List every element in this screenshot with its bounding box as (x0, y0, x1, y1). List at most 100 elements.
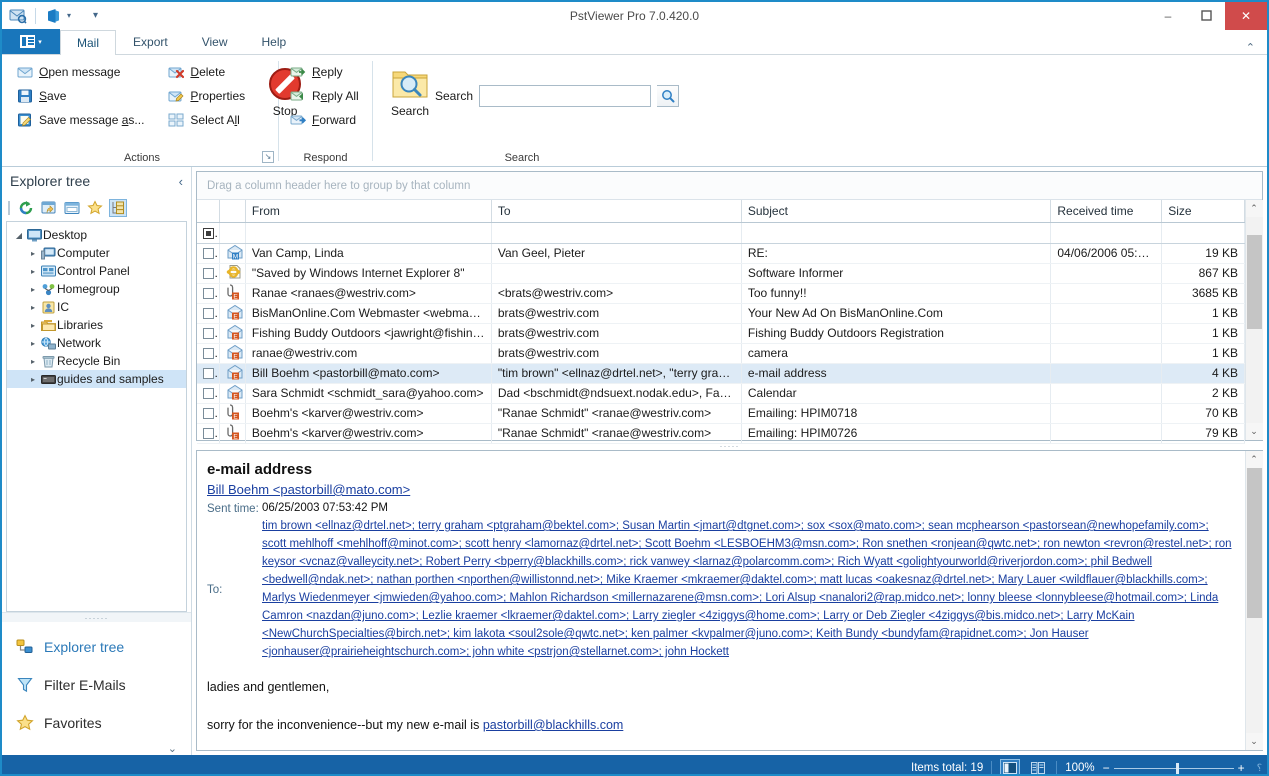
zoom-out-button[interactable]: − (1103, 761, 1110, 774)
grid-scroll-down-button[interactable]: ⌄ (1245, 423, 1263, 440)
filter-cell[interactable] (1161, 222, 1245, 244)
tree-node-network[interactable]: ▸ Network (7, 334, 186, 352)
close-button[interactable]: ✕ (1225, 2, 1267, 30)
tree-expander-icon[interactable]: ▸ (27, 285, 39, 294)
grid-scroll-up-button[interactable]: ⌃ (1245, 200, 1263, 217)
maximize-button[interactable] (1187, 2, 1225, 30)
table-row[interactable]: Eranae@westriv.com brats@westriv.com camer… (197, 343, 1245, 364)
tree-node-libraries[interactable]: ▸ Libraries (7, 316, 186, 334)
grid-scroll-track[interactable] (1245, 217, 1263, 423)
actions-dialog-launcher[interactable]: ↘ (262, 151, 274, 163)
pstviewer-icon[interactable] (8, 6, 28, 26)
filter-cell[interactable] (741, 222, 1052, 244)
toolbar-grip[interactable] (8, 201, 10, 215)
zoom-slider-thumb[interactable] (1175, 762, 1179, 774)
to-recipients[interactable]: tim brown <ellnaz@drtel.net>; terry grah… (262, 517, 1235, 661)
nav-item-filter-e-mails[interactable]: Filter E-Mails (2, 666, 191, 704)
nav-item-favorites[interactable]: Favorites (2, 704, 191, 742)
tree-view-icon[interactable] (109, 199, 127, 217)
reply-button[interactable]: Reply (285, 61, 366, 83)
select-all-checkbox-cell[interactable] (197, 222, 220, 244)
table-row[interactable]: E Ranae <ranaes@westriv.com> <brats@westri… (197, 283, 1245, 304)
row-checkbox[interactable] (203, 428, 214, 440)
office-icon[interactable] (43, 6, 63, 26)
preview-scroll-up-button[interactable]: ⌃ (1245, 451, 1263, 468)
search-go-button[interactable] (657, 85, 680, 107)
search-big-button[interactable]: Search (385, 63, 435, 121)
tree-node-recycle-bin[interactable]: ▸ Recycle Bin (7, 352, 186, 370)
zoom-slider[interactable]: − + (1103, 761, 1245, 774)
save-button[interactable]: Save (12, 85, 151, 107)
preview-vertical-scrollbar[interactable]: ⌃ ⌄ (1245, 451, 1263, 750)
row-checkbox-cell[interactable] (197, 323, 220, 344)
column-header-size[interactable]: Size (1161, 200, 1245, 223)
nav-more-button[interactable]: ⌄ (2, 742, 191, 755)
column-header-to[interactable]: To (491, 200, 742, 223)
row-checkbox[interactable] (203, 288, 214, 300)
file-menu-button[interactable]: ▾ (2, 29, 60, 54)
select-all-button[interactable]: Select All (163, 109, 252, 131)
tree-node-control-panel[interactable]: ▸ Control Panel (7, 262, 186, 280)
reading-pane-icon[interactable] (1000, 759, 1021, 774)
filter-cell[interactable] (1050, 222, 1163, 244)
row-checkbox-cell[interactable] (197, 283, 220, 304)
zoom-in-button[interactable]: + (1238, 761, 1245, 774)
preview-scroll-thumb[interactable] (1246, 468, 1262, 618)
explorer-collapse-button[interactable]: ‹ (179, 174, 183, 189)
tab-mail[interactable]: Mail (60, 30, 117, 55)
tree-expander-icon[interactable]: ▸ (27, 249, 39, 258)
table-row[interactable]: E Fishing Buddy Outdoors <jawright@fishin… (197, 323, 1245, 344)
tree-expander-icon[interactable]: ▸ (27, 267, 39, 276)
row-checkbox[interactable] (203, 328, 214, 340)
grid-vertical-scrollbar[interactable]: ⌃ ⌄ (1245, 200, 1263, 440)
delete-button[interactable]: Delete (163, 61, 252, 83)
tab-export[interactable]: Export (116, 29, 185, 54)
tree-node-desktop[interactable]: ◢ Desktop (7, 226, 186, 244)
grid-scroll-thumb[interactable] (1246, 235, 1262, 329)
row-checkbox-cell[interactable] (197, 303, 220, 324)
collapse-ribbon-button[interactable]: ⌃ (1246, 41, 1255, 54)
left-panel-splitter[interactable]: ······ (2, 612, 191, 623)
filter-cell[interactable] (245, 222, 492, 244)
group-by-bar[interactable]: Drag a column header here to group by th… (197, 172, 1262, 200)
search-input[interactable] (479, 85, 652, 107)
window-icon[interactable] (63, 199, 81, 217)
refresh-icon[interactable] (17, 199, 35, 217)
select-all-checkbox[interactable] (203, 227, 214, 239)
column-header-from[interactable]: From (245, 200, 492, 223)
favorites-star-icon[interactable] (86, 199, 104, 217)
tree-expander-icon[interactable]: ▸ (27, 357, 39, 366)
tree-expander-icon[interactable]: ▸ (27, 303, 39, 312)
tab-help[interactable]: Help (245, 29, 304, 54)
filter-cell[interactable] (219, 222, 246, 244)
tree-node-computer[interactable]: ▸ Computer (7, 244, 186, 262)
tab-view[interactable]: View (185, 29, 245, 54)
table-row[interactable]: "Saved by Windows Internet Explorer 8" So… (197, 263, 1245, 284)
row-checkbox-cell[interactable] (197, 383, 220, 404)
minimize-button[interactable]: – (1149, 2, 1187, 30)
table-row[interactable]: M Van Camp, Linda Van Geel, Pieter RE: 04/06… (197, 243, 1245, 264)
body-email-link[interactable]: pastorbill@blackhills.com (483, 718, 624, 732)
column-header-received-time[interactable]: Received time (1050, 200, 1163, 223)
properties-button[interactable]: Properties (163, 85, 252, 107)
tree-expander-icon[interactable]: ▸ (27, 375, 39, 384)
forward-button[interactable]: Forward (285, 109, 366, 131)
table-row[interactable]: E Bill Boehm <pastorbill@mato.com> "tim br… (197, 363, 1245, 384)
tree-expander-icon[interactable]: ◢ (13, 231, 25, 240)
row-checkbox[interactable] (203, 368, 214, 380)
table-row[interactable]: E Boehm's <karver@westriv.com> "Ranae Schm… (197, 423, 1245, 444)
qat-customize-caret[interactable]: ▾ (93, 10, 98, 21)
column-header-subject[interactable]: Subject (741, 200, 1052, 223)
row-checkbox-cell[interactable] (197, 343, 220, 364)
tree-node-homegroup[interactable]: ▸ Homegroup (7, 280, 186, 298)
row-checkbox[interactable] (203, 348, 214, 360)
resize-grip[interactable]: ⸮ (1257, 763, 1262, 774)
preview-scroll-down-button[interactable]: ⌄ (1245, 733, 1263, 750)
table-row[interactable]: E Boehm's <karver@westriv.com> "Ranae Schm… (197, 403, 1245, 424)
row-checkbox-cell[interactable] (197, 423, 220, 444)
filter-cell[interactable] (491, 222, 742, 244)
row-checkbox[interactable] (203, 308, 214, 320)
preview-scroll-track[interactable] (1245, 468, 1263, 733)
reply-all-button[interactable]: Reply All (285, 85, 366, 107)
row-checkbox-cell[interactable] (197, 363, 220, 384)
